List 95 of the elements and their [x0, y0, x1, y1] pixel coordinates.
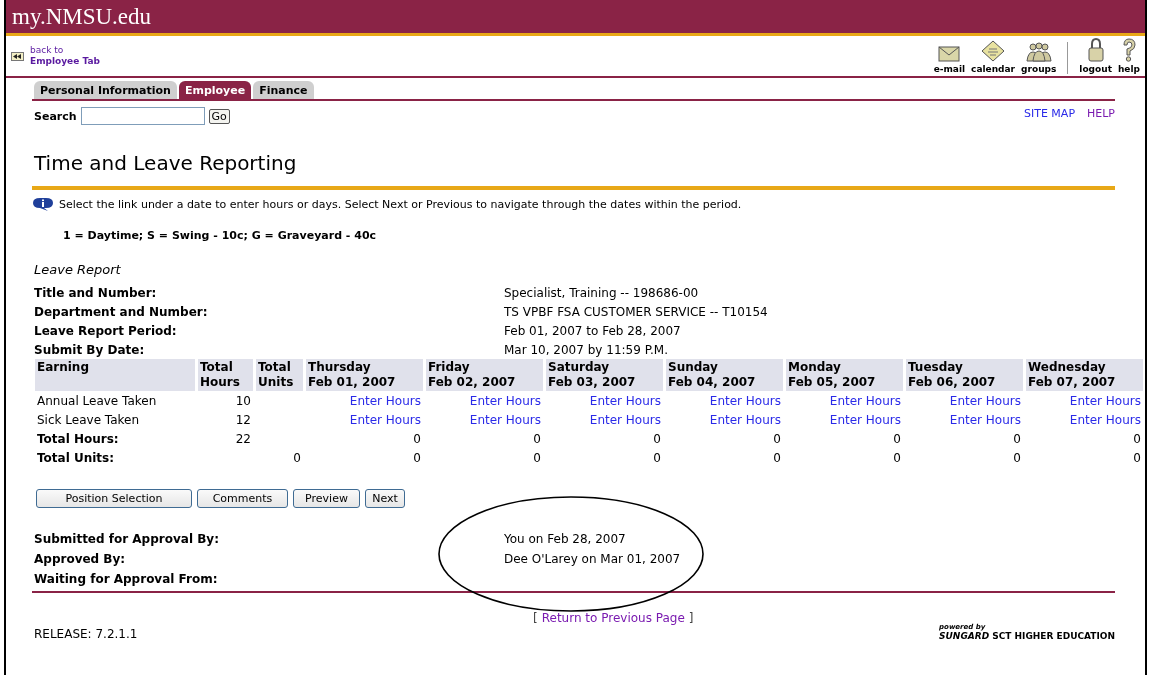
field-value: Dee O'Larey on Mar 01, 2007: [504, 552, 681, 566]
envelope-icon[interactable]: [938, 46, 961, 62]
form-button[interactable]: Comments: [197, 489, 288, 508]
info-icon: [32, 197, 54, 211]
toolbar-label[interactable]: calendar: [971, 64, 1016, 74]
release-text: RELEASE: 7.2.1.1: [33, 627, 138, 641]
back-link[interactable]: back to Employee Tab: [30, 45, 100, 67]
table-cell: 0: [893, 450, 901, 465]
vendor-suffix: SCT HIGHER EDUCATION: [992, 631, 1115, 641]
column-header: Thursday Feb 01, 2007: [306, 359, 423, 391]
column-header: Total Hours: [198, 359, 253, 391]
field-label: Submit By Date:: [34, 342, 146, 357]
table-cell: 10: [235, 393, 251, 408]
table-cell-text: Total Units:: [36, 449, 116, 467]
enter-hours-link[interactable]: Enter Hours: [829, 393, 901, 408]
field-label: Department and Number:: [34, 304, 209, 319]
toolbar-label[interactable]: logout: [1079, 64, 1112, 74]
table-cell: 0: [653, 431, 661, 446]
column-header: Earning: [35, 359, 195, 391]
field-label: Approved By:: [34, 552, 127, 566]
table-cell: 0: [1013, 431, 1021, 446]
table-cell: 22: [235, 431, 251, 446]
field-label: Leave Report Period:: [34, 323, 178, 338]
table-cell: 0: [413, 431, 421, 446]
table-cell-text: Annual Leave Taken: [36, 392, 158, 410]
instruction-text: Select the link under a date to enter hours or days. Select Next or Previous to navigate through the dates within the period.: [59, 197, 742, 211]
column-header: Wednesday Feb 07, 2007: [1026, 359, 1143, 391]
field-label: Title and Number:: [34, 285, 158, 300]
table-cell-text: Sick Leave Taken: [36, 411, 141, 429]
form-button[interactable]: Next: [365, 489, 405, 508]
page-title: Time and Leave Reporting: [34, 151, 298, 175]
field-label: Submitted for Approval By:: [34, 532, 220, 546]
site-title: my.NMSU.edu: [12, 3, 152, 30]
tab[interactable]: Personal Information: [34, 81, 177, 99]
enter-hours-link[interactable]: Enter Hours: [949, 412, 1021, 427]
column-header: Monday Feb 05, 2007: [786, 359, 903, 391]
shift-legend: 1 = Daytime; S = Swing - 10c; G = Graveyard - 40c: [63, 229, 1115, 242]
enter-hours-link[interactable]: Enter Hours: [469, 412, 541, 427]
form-button[interactable]: Preview: [293, 489, 360, 508]
field-value: Specialist, Training -- 198686-00: [504, 285, 699, 300]
table-cell: 0: [533, 450, 541, 465]
field-label: Waiting for Approval From:: [34, 572, 219, 586]
column-header: Sunday Feb 04, 2007: [666, 359, 783, 391]
section-title: Leave Report: [34, 262, 122, 277]
column-header: Friday Feb 02, 2007: [426, 359, 543, 391]
table-cell: 0: [293, 450, 301, 465]
vendor-name: SUNGARD: [939, 631, 990, 641]
people-icon[interactable]: [1024, 42, 1053, 62]
field-value: TS VPBF FSA CUSTOMER SERVICE -- T10154: [504, 304, 768, 319]
enter-hours-link[interactable]: Enter Hours: [709, 393, 781, 408]
header-link[interactable]: SITE MAP: [1023, 107, 1075, 125]
tab[interactable]: Finance: [253, 81, 314, 99]
table-cell-text: Total Hours:: [36, 430, 120, 448]
question-mark-icon[interactable]: [1120, 38, 1137, 62]
column-header: Total Units: [256, 359, 303, 391]
bracket-text: [: [533, 611, 538, 625]
header-link[interactable]: HELP: [1087, 107, 1115, 125]
tab[interactable]: Employee: [178, 81, 252, 99]
search-label: Search: [34, 109, 77, 123]
toolbar-label[interactable]: help: [1117, 64, 1140, 74]
enter-hours-link[interactable]: Enter Hours: [589, 412, 661, 427]
table-cell: 0: [893, 431, 901, 446]
table-cell: 0: [413, 450, 421, 465]
enter-hours-link[interactable]: Enter Hours: [589, 393, 661, 408]
enter-hours-link[interactable]: Enter Hours: [1069, 393, 1141, 408]
column-header: Saturday Feb 03, 2007: [546, 359, 663, 391]
search-field[interactable]: [80, 107, 205, 125]
table-cell: 0: [773, 450, 781, 465]
form-button[interactable]: Position Selection: [36, 489, 192, 508]
go-button[interactable]: Go: [208, 108, 230, 124]
table-cell: 0: [773, 431, 781, 446]
padlock-icon[interactable]: [1086, 38, 1105, 62]
toolbar-label[interactable]: groups: [1021, 64, 1057, 74]
table-cell: 0: [653, 450, 661, 465]
table-cell: 0: [1133, 431, 1141, 446]
enter-hours-link[interactable]: Enter Hours: [949, 393, 1021, 408]
table-cell: 0: [1133, 450, 1141, 465]
table-cell: 12: [235, 412, 251, 427]
enter-hours-link[interactable]: Enter Hours: [1069, 412, 1141, 427]
field-value: Mar 10, 2007 by 11:59 P.M.: [504, 342, 668, 357]
column-header: Tuesday Feb 06, 2007: [906, 359, 1023, 391]
enter-hours-link[interactable]: Enter Hours: [349, 393, 421, 408]
enter-hours-link[interactable]: Enter Hours: [829, 412, 901, 427]
field-value: You on Feb 28, 2007: [504, 532, 626, 546]
toolbar-label[interactable]: e-mail: [933, 64, 966, 74]
enter-hours-link[interactable]: Enter Hours: [469, 393, 541, 408]
enter-hours-link[interactable]: Enter Hours: [349, 412, 421, 427]
back-icon[interactable]: [11, 51, 24, 61]
table-cell: 0: [1013, 450, 1021, 465]
calendar-icon[interactable]: [981, 40, 1006, 62]
field-value: Feb 01, 2007 to Feb 28, 2007: [504, 323, 681, 338]
table-cell: 0: [533, 431, 541, 446]
return-link[interactable]: Return to Previous Page: [541, 611, 685, 625]
bracket-text: ]: [688, 611, 694, 625]
enter-hours-link[interactable]: Enter Hours: [709, 412, 781, 427]
